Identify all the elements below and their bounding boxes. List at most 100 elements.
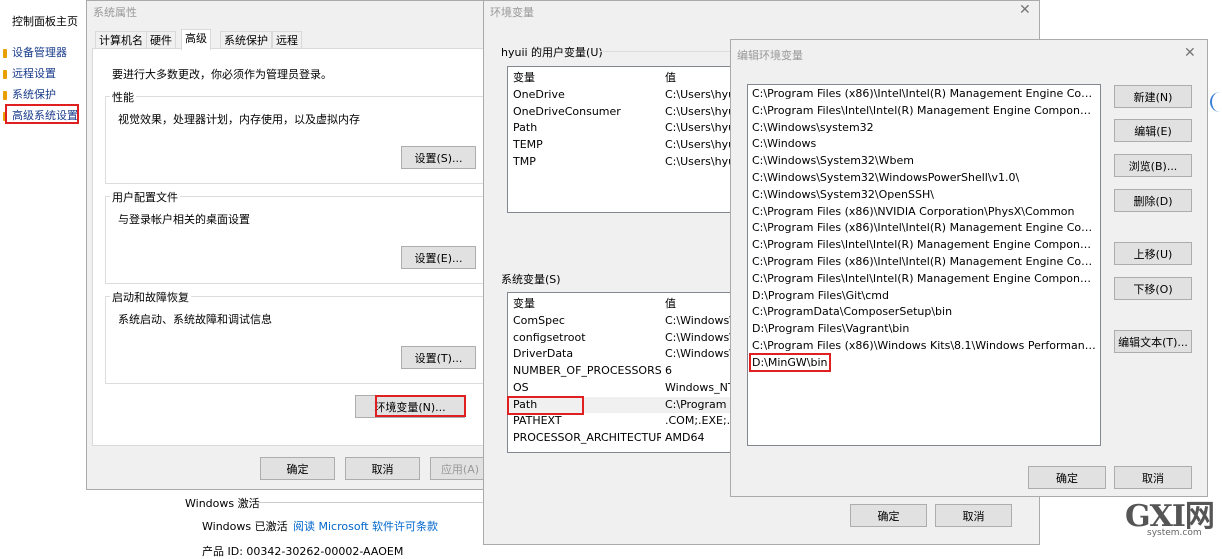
table-row[interactable]: OneDrive C:\Users\hyuii\OneDrive	[508, 87, 736, 103]
table-row[interactable]: TEMP C:\Users\hyuii\AppData	[508, 137, 736, 153]
system-variables-list[interactable]: 变量 值 ComSpec C:\Windows\system32 configset…	[507, 292, 737, 453]
sidebar-item-label: 系统保护	[12, 88, 56, 101]
variable-name: PROCESSOR_ARCHITECTURE	[513, 430, 661, 444]
table-row[interactable]: Path C:\Program Files	[508, 396, 736, 413]
control-panel-home-link[interactable]: 控制面板主页	[12, 13, 78, 29]
cancel-button[interactable]: 取消	[935, 504, 1012, 527]
tab-2[interactable]: 高级	[181, 29, 211, 50]
product-id: 产品 ID: 00342-30262-00002-AAOEM	[202, 545, 404, 558]
variable-value: 6	[665, 364, 672, 378]
variable-value: C:\Users\hyuii\AppData	[665, 154, 735, 168]
list-item[interactable]: C:\Program Files\Intel\Intel(R) Manageme…	[752, 237, 1096, 254]
variable-name: TMP	[513, 154, 536, 168]
path-entries-list[interactable]: C:\Program Files (x86)\Intel\Intel(R) Ma…	[747, 84, 1101, 446]
sidebar-item-1[interactable]: 设备管理器	[3, 44, 67, 60]
table-row[interactable]: PROCESSOR_ARCHITECTURE AMD64	[508, 430, 736, 446]
table-row[interactable]: NUMBER_OF_PROCESSORS 6	[508, 363, 736, 379]
shield-icon	[3, 48, 7, 58]
sidebar-item-4[interactable]: 高级系统设置	[3, 107, 78, 123]
cancel-button[interactable]: 取消	[345, 457, 420, 480]
close-icon[interactable]: ✕	[1019, 2, 1031, 18]
delete-button[interactable]: 删除(D)	[1114, 189, 1192, 212]
ok-button[interactable]: 确定	[260, 457, 335, 480]
performance-settings-button[interactable]: 设置(S)...	[401, 146, 476, 169]
activation-header: Windows 激活	[185, 497, 260, 510]
variable-name: Path	[513, 397, 538, 411]
variable-name: PATHEXT	[513, 414, 562, 428]
ok-button[interactable]: 确定	[850, 504, 927, 527]
sidebar-item-label: 设备管理器	[12, 46, 67, 59]
list-item[interactable]: D:\Program Files\Git\cmd	[752, 288, 1096, 305]
list-item[interactable]: C:\Windows\system32	[752, 120, 1096, 137]
variable-value: C:\Users\hyuii\OneDrive	[665, 104, 735, 118]
table-row[interactable]: OS Windows_NT	[508, 380, 736, 396]
user-profile-label: 用户配置文件	[110, 189, 180, 205]
column-header-variable[interactable]: 变量	[513, 70, 535, 86]
list-item[interactable]: D:\Program Files\Vagrant\bin	[752, 321, 1096, 338]
browse-button[interactable]: 浏览(B)...	[1114, 154, 1192, 177]
list-item[interactable]: C:\ProgramData\ComposerSetup\bin	[752, 304, 1096, 321]
activation-status: Windows 已激活	[202, 520, 288, 533]
user-vars-divider	[600, 51, 740, 52]
variable-value: AMD64	[665, 430, 705, 444]
performance-label: 性能	[110, 89, 136, 105]
user-profile-settings-button[interactable]: 设置(E)...	[401, 246, 476, 269]
variable-value: C:\Windows\System32	[665, 347, 735, 361]
list-item[interactable]: C:\Program Files (x86)\Intel\Intel(R) Ma…	[752, 86, 1096, 103]
edit-text-button[interactable]: 编辑文本(T)...	[1114, 330, 1192, 353]
table-row[interactable]: configsetroot C:\Windows\ConfigSetRoot	[508, 330, 736, 346]
variable-value: .COM;.EXE;.BAT	[665, 414, 735, 428]
variable-name: TEMP	[513, 138, 543, 152]
list-item[interactable]: C:\Windows\System32\WindowsPowerShell\v1…	[752, 170, 1096, 187]
ok-button[interactable]: 确定	[1028, 466, 1106, 489]
table-row[interactable]: ComSpec C:\Windows\system32	[508, 313, 736, 329]
list-item[interactable]: C:\Program Files (x86)\Intel\Intel(R) Ma…	[752, 254, 1096, 271]
admin-note: 要进行大多数更改，你必须作为管理员登录。	[112, 68, 332, 81]
list-item[interactable]: C:\Program Files (x86)\NVIDIA Corporatio…	[752, 204, 1096, 221]
variable-name: OneDrive	[513, 88, 565, 101]
table-row[interactable]: TMP C:\Users\hyuii\AppData	[508, 154, 736, 170]
list-item[interactable]: C:\Program Files\Intel\Intel(R) Manageme…	[752, 103, 1096, 120]
startup-recovery-desc: 系统启动、系统故障和调试信息	[118, 313, 272, 326]
list-item[interactable]: D:\MinGW\bin	[752, 355, 1096, 372]
column-header-variable[interactable]: 变量	[513, 296, 535, 312]
close-icon[interactable]: ✕	[1184, 45, 1196, 61]
sidebar-item-2[interactable]: 远程设置	[3, 65, 56, 81]
variable-value: C:\Program Files	[665, 397, 735, 411]
user-profile-group	[105, 196, 485, 284]
user-variables-list[interactable]: 变量 值 OneDriveC:\Users\hyuii\OneDriveOneD…	[507, 66, 737, 213]
shield-icon	[3, 90, 7, 100]
activation-divider	[258, 502, 488, 503]
environment-variables-button[interactable]: 环境变量(N)...	[355, 395, 465, 418]
system-vars-label: 系统变量(S)	[501, 273, 561, 286]
list-item[interactable]: C:\Program Files (x86)\Intel\Intel(R) Ma…	[752, 220, 1096, 237]
list-item[interactable]: C:\Windows	[752, 136, 1096, 153]
cancel-button[interactable]: 取消	[1114, 466, 1192, 489]
column-header-value[interactable]: 值	[665, 296, 676, 312]
variable-value: Windows_NT	[665, 380, 735, 394]
license-link[interactable]: 阅读 Microsoft 软件许可条款	[293, 518, 438, 534]
move-down-button[interactable]: 下移(O)	[1114, 277, 1192, 300]
list-item[interactable]: C:\Program Files\Intel\Intel(R) Manageme…	[752, 271, 1096, 288]
column-header-value[interactable]: 值	[665, 70, 676, 86]
performance-group	[105, 96, 485, 184]
variable-name: Path	[513, 121, 538, 135]
edit-button[interactable]: 编辑(E)	[1114, 119, 1192, 142]
table-row[interactable]: Path C:\Users\hyuii\AppData	[508, 120, 736, 136]
list-item[interactable]: C:\Windows\System32\OpenSSH\	[752, 187, 1096, 204]
table-row[interactable]: OneDriveConsumer C:\Users\hyuii\OneDrive	[508, 104, 736, 120]
sidebar-item-3[interactable]: 系统保护	[3, 86, 56, 102]
startup-recovery-label: 启动和故障恢复	[110, 289, 191, 305]
user-profile-desc: 与登录帐户相关的桌面设置	[118, 213, 250, 226]
watermark-logo: GXI网 system.com	[1125, 500, 1220, 548]
list-item[interactable]: C:\Windows\System32\Wbem	[752, 153, 1096, 170]
move-up-button[interactable]: 上移(U)	[1114, 242, 1192, 265]
list-item[interactable]: C:\Program Files (x86)\Windows Kits\8.1\…	[752, 338, 1096, 355]
new-button[interactable]: 新建(N)	[1114, 85, 1192, 108]
performance-desc: 视觉效果，处理器计划，内存使用，以及虚拟内存	[118, 113, 360, 126]
table-row[interactable]: DriverData C:\Windows\System32	[508, 346, 736, 362]
startup-recovery-group	[105, 296, 485, 384]
variable-value: C:\Windows\system32	[665, 314, 735, 327]
startup-settings-button[interactable]: 设置(T)...	[401, 346, 476, 369]
table-row[interactable]: PATHEXT .COM;.EXE;.BAT	[508, 413, 736, 429]
